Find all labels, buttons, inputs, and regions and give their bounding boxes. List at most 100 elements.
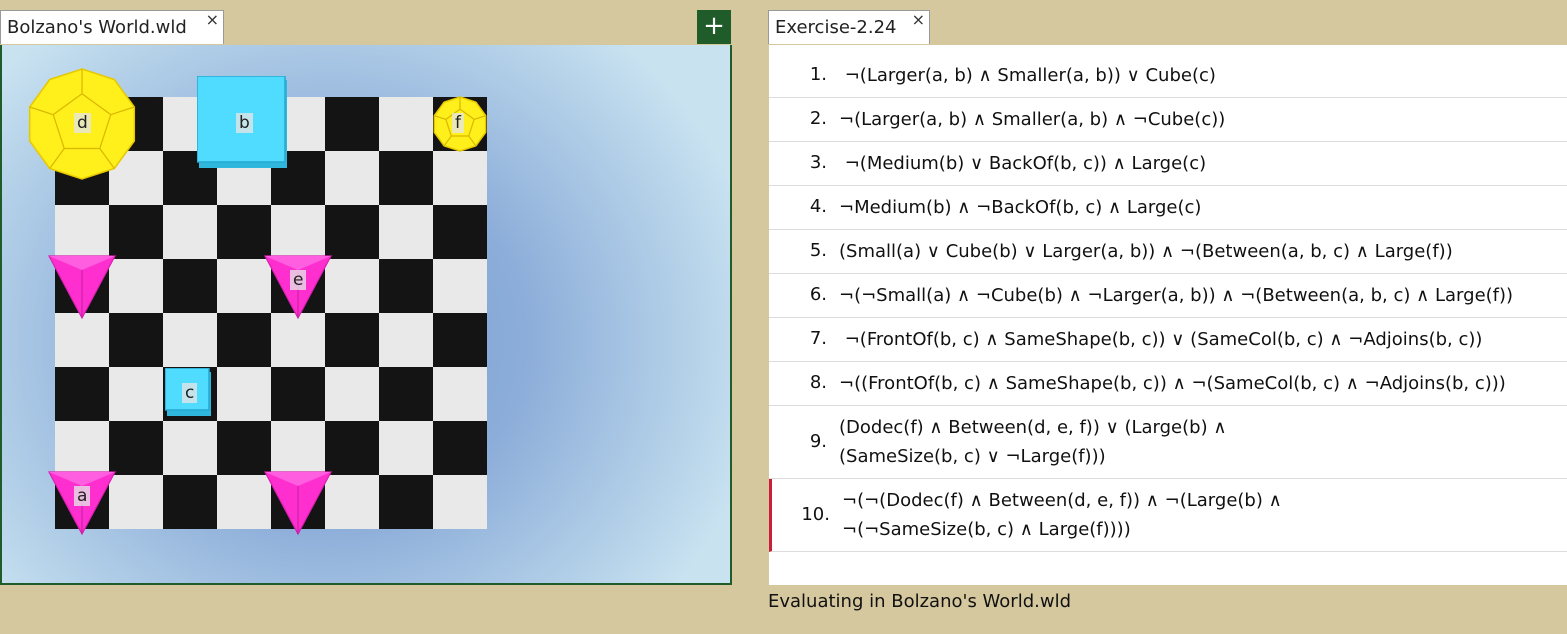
- dodecahedron-object[interactable]: d: [26, 68, 138, 184]
- sentence-row[interactable]: 7. ¬(FrontOf(b, c) ∧ SameShape(b, c)) ∨ …: [769, 318, 1567, 362]
- board-square[interactable]: [163, 475, 217, 529]
- board-square[interactable]: [217, 205, 271, 259]
- status-text: Evaluating in Bolzano's World.wld: [768, 591, 1072, 612]
- board-square[interactable]: [163, 421, 217, 475]
- board-square[interactable]: [163, 259, 217, 313]
- board-square[interactable]: [379, 475, 433, 529]
- sentence-row[interactable]: 4. ¬Medium(b) ∧ ¬BackOf(b, c) ∧ Large(c): [769, 186, 1567, 230]
- board-square[interactable]: [325, 313, 379, 367]
- sentence-row[interactable]: 1. ¬(Larger(a, b) ∧ Smaller(a, b)) ∨ Cub…: [769, 54, 1567, 98]
- close-exercise-tab-icon[interactable]: ×: [912, 10, 925, 29]
- board-square[interactable]: [325, 421, 379, 475]
- sentence-formula[interactable]: ¬(Larger(a, b) ∧ Smaller(a, b)) ∨ Cube(c…: [839, 61, 1216, 90]
- board-square[interactable]: [325, 205, 379, 259]
- board-square[interactable]: [433, 367, 487, 421]
- board-square[interactable]: [217, 259, 271, 313]
- board-square[interactable]: [109, 421, 163, 475]
- board-square[interactable]: [325, 259, 379, 313]
- sentence-row[interactable]: 10. ¬(¬(Dodec(f) ∧ Between(d, e, f)) ∧ ¬(…: [769, 479, 1567, 552]
- tetrahedron-object[interactable]: [264, 468, 332, 540]
- sentence-number: 6.: [809, 284, 827, 305]
- board-square[interactable]: [55, 367, 109, 421]
- board-square[interactable]: [325, 151, 379, 205]
- add-button[interactable]: +: [697, 10, 731, 44]
- sentence-formula[interactable]: (Dodec(f) ∧ Between(d, e, f)) ∨ (Large(b…: [839, 413, 1227, 471]
- world-view[interactable]: a b c d e f: [0, 45, 732, 585]
- sentence-number: 10.: [801, 503, 830, 525]
- object-label: f: [452, 113, 464, 133]
- sentence-row[interactable]: 8. ¬((FrontOf(b, c) ∧ SameShape(b, c)) ∧ …: [769, 362, 1567, 406]
- board-square[interactable]: [109, 475, 163, 529]
- board-square[interactable]: [109, 205, 163, 259]
- board-square[interactable]: [433, 151, 487, 205]
- sentence-formula[interactable]: (Small(a) ∨ Cube(b) ∨ Larger(a, b)) ∧ ¬(…: [839, 237, 1453, 266]
- board-square[interactable]: [325, 97, 379, 151]
- board-square[interactable]: [379, 151, 433, 205]
- exercise-tab[interactable]: Exercise-2.24 ×: [768, 10, 930, 44]
- board-square[interactable]: [109, 259, 163, 313]
- sentence-list: 1. ¬(Larger(a, b) ∧ Smaller(a, b)) ∨ Cub…: [769, 45, 1567, 585]
- sentence-formula[interactable]: ¬(FrontOf(b, c) ∧ SameShape(b, c)) ∨ (Sa…: [839, 325, 1483, 354]
- board-square[interactable]: [433, 475, 487, 529]
- board-square[interactable]: [271, 205, 325, 259]
- board-square[interactable]: [217, 475, 271, 529]
- board-square[interactable]: [433, 205, 487, 259]
- cube-object[interactable]: c: [164, 367, 215, 424]
- board-square[interactable]: [271, 421, 325, 475]
- board-square[interactable]: [217, 313, 271, 367]
- sentence-row[interactable]: 6. ¬(¬Small(a) ∧ ¬Cube(b) ∧ ¬Larger(a, b)…: [769, 274, 1567, 318]
- board-square[interactable]: [379, 205, 433, 259]
- world-file-tab[interactable]: Bolzano's World.wld ×: [0, 10, 224, 44]
- board-square[interactable]: [325, 475, 379, 529]
- sentence-number: 7.: [809, 328, 827, 349]
- board-square[interactable]: [271, 367, 325, 421]
- tetrahedron-object[interactable]: e: [264, 252, 332, 324]
- world-tab-title: Bolzano's World.wld: [7, 17, 187, 38]
- sentence-number: 4.: [809, 196, 827, 217]
- sentence-formula[interactable]: ¬(¬Small(a) ∧ ¬Cube(b) ∧ ¬Larger(a, b)) …: [839, 281, 1513, 310]
- sentence-formula[interactable]: ¬(Larger(a, b) ∧ Smaller(a, b) ∧ ¬Cube(c…: [839, 105, 1225, 134]
- board-square[interactable]: [379, 97, 433, 151]
- board-square[interactable]: [433, 313, 487, 367]
- board-square[interactable]: [379, 259, 433, 313]
- board-square[interactable]: [217, 421, 271, 475]
- board-square[interactable]: [379, 367, 433, 421]
- sentence-formula[interactable]: ¬((FrontOf(b, c) ∧ SameShape(b, c)) ∧ ¬(…: [839, 369, 1506, 398]
- tetrahedron-object[interactable]: [48, 252, 116, 324]
- board-square[interactable]: [217, 367, 271, 421]
- board-square[interactable]: [55, 421, 109, 475]
- board-square[interactable]: [433, 259, 487, 313]
- sentence-formula[interactable]: ¬(¬(Dodec(f) ∧ Between(d, e, f)) ∧ ¬(Lar…: [842, 486, 1282, 544]
- sentence-number: 3.: [809, 152, 827, 173]
- sentence-row[interactable]: 5. (Small(a) ∨ Cube(b) ∨ Larger(a, b)) ∧ …: [769, 230, 1567, 274]
- sentence-number: 9.: [809, 430, 827, 452]
- board-square[interactable]: [109, 313, 163, 367]
- board-square[interactable]: [109, 367, 163, 421]
- sentence-row[interactable]: 9. (Dodec(f) ∧ Between(d, e, f)) ∨ (Large…: [769, 406, 1567, 479]
- board-square[interactable]: [433, 421, 487, 475]
- tetrahedron-object[interactable]: a: [48, 468, 116, 540]
- sentence-row[interactable]: 2. ¬(Larger(a, b) ∧ Smaller(a, b) ∧ ¬Cube…: [769, 98, 1567, 142]
- board-square[interactable]: [55, 205, 109, 259]
- exercise-tab-title: Exercise-2.24: [775, 17, 897, 38]
- sentence-number: 2.: [809, 108, 827, 129]
- sentence-number: 1.: [809, 64, 827, 85]
- board-square[interactable]: [163, 313, 217, 367]
- sentence-formula[interactable]: ¬Medium(b) ∧ ¬BackOf(b, c) ∧ Large(c): [839, 193, 1201, 222]
- dodecahedron-object[interactable]: f: [432, 96, 488, 156]
- cube-object[interactable]: b: [196, 75, 291, 176]
- tetrahedron-icon: [48, 255, 116, 320]
- object-label: b: [236, 113, 253, 133]
- object-label: c: [182, 383, 198, 403]
- object-label: d: [74, 113, 91, 133]
- sentence-formula[interactable]: ¬(Medium(b) ∨ BackOf(b, c)) ∧ Large(c): [839, 149, 1206, 178]
- sentence-row[interactable]: 3. ¬(Medium(b) ∨ BackOf(b, c)) ∧ Large(c…: [769, 142, 1567, 186]
- board-square[interactable]: [379, 421, 433, 475]
- object-label: a: [74, 486, 91, 506]
- close-world-tab-icon[interactable]: ×: [206, 10, 219, 29]
- board-square[interactable]: [379, 313, 433, 367]
- board-square[interactable]: [325, 367, 379, 421]
- object-label: e: [290, 270, 307, 290]
- board-square[interactable]: [163, 205, 217, 259]
- tetrahedron-icon: [264, 471, 332, 536]
